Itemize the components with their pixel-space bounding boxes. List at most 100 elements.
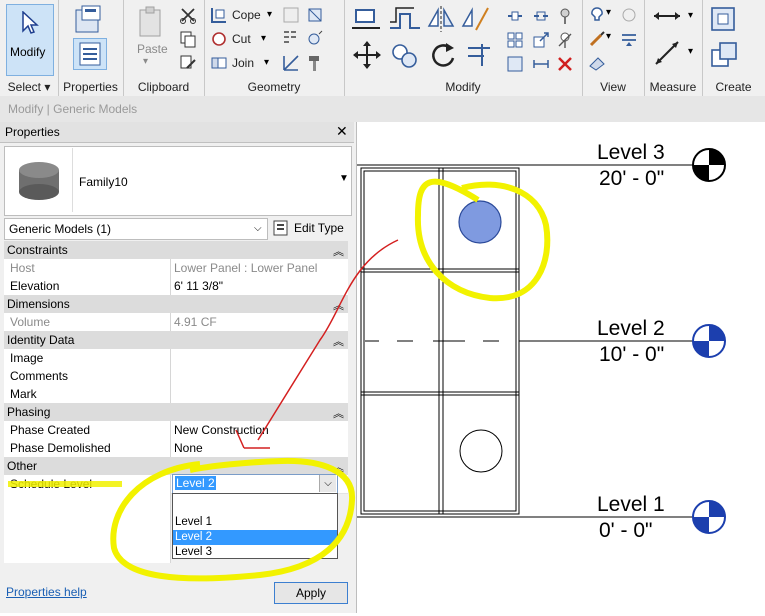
cut-geometry-icon (212, 32, 226, 46)
linework-icon[interactable] (620, 30, 638, 48)
level-name[interactable]: Level 1 (597, 493, 665, 516)
chevron-down-icon[interactable]: ⌵ (319, 475, 336, 492)
measure-panel: ▾ ▾ Measure (644, 0, 703, 96)
hammer-icon[interactable] (306, 54, 324, 72)
array-icon[interactable] (506, 31, 524, 49)
level-name[interactable]: Level 3 (597, 141, 665, 164)
section-dimensions[interactable]: Dimensions ︽ (4, 295, 348, 314)
override-dropdown-icon[interactable]: ▾ (606, 31, 611, 42)
modify-button[interactable]: Modify (6, 4, 54, 76)
collapse-icon: ︽ (333, 462, 344, 474)
row-phase-created[interactable]: Phase Created New Construction (4, 421, 348, 440)
cut-dropdown-icon[interactable]: ▾ (261, 33, 266, 44)
family-name: Family10 (79, 175, 128, 189)
join-dropdown-icon[interactable]: ▾ (264, 57, 269, 68)
level-elevation[interactable]: 0' - 0" (599, 519, 652, 542)
row-mark[interactable]: Mark (4, 385, 348, 404)
level-elevation[interactable]: 10' - 0" (599, 343, 664, 366)
properties-help-link[interactable]: Properties help (6, 585, 87, 599)
ribbon: Modify Select ▾ Properties Paste ▾ Clipb… (0, 0, 765, 97)
select-dropdown[interactable]: Select ▾ (0, 80, 58, 94)
level-elevation[interactable]: 20' - 0" (599, 167, 664, 190)
scale-icon[interactable] (532, 31, 550, 49)
schedule-level-select[interactable]: Level 2 ⌵ (172, 474, 338, 494)
properties-toggle-button[interactable] (73, 38, 107, 70)
hide-in-view-icon[interactable] (588, 6, 606, 24)
join-button[interactable]: Join (232, 56, 254, 70)
level-lines (357, 164, 695, 518)
selected-family-instance[interactable] (458, 200, 502, 244)
mirror-draw-axis-icon[interactable] (460, 4, 490, 34)
type-selector-preview[interactable]: Family10 ▼ (4, 146, 352, 216)
offset-icon[interactable] (388, 4, 422, 34)
paste-dropdown-icon[interactable]: ▾ (143, 56, 148, 67)
cope-button[interactable]: Cope (232, 8, 261, 22)
dropdown-option[interactable]: Level 2 (173, 530, 337, 545)
drawing-canvas[interactable]: Level 3 20' - 0" Level 2 10' - 0" Level 1 0' … (357, 122, 765, 613)
match-properties-icon[interactable] (179, 54, 197, 72)
geometry-panel: Cope ▾ Cut ▾ Join ▾ Geometry (204, 0, 345, 96)
chevron-down-icon: ⌵ (254, 223, 262, 234)
paint-icon[interactable] (306, 30, 324, 48)
rotate-icon[interactable] (428, 40, 458, 70)
row-comments[interactable]: Comments (4, 367, 348, 386)
aligned-dimension-icon[interactable] (652, 38, 682, 68)
copy-element-icon[interactable] (390, 40, 420, 70)
mirror-pick-axis-icon[interactable] (426, 4, 456, 34)
split-element-icon[interactable] (506, 7, 524, 25)
options-bar: Modify | Generic Models (0, 96, 765, 123)
delete-icon[interactable] (556, 55, 574, 73)
apply-button[interactable]: Apply (274, 582, 348, 604)
create-group-icon[interactable] (506, 55, 524, 73)
demolish-icon[interactable] (282, 30, 300, 48)
paste-button[interactable]: Paste (137, 42, 168, 56)
dropdown-option[interactable]: Level 3 (173, 545, 337, 560)
measure-dropdown-icon[interactable]: ▾ (688, 10, 693, 21)
level-name[interactable]: Level 2 (597, 317, 665, 340)
family-instance[interactable] (459, 429, 503, 473)
close-icon[interactable]: ✕ (336, 123, 348, 140)
hide-dropdown-icon[interactable]: ▾ (606, 7, 611, 18)
type-dropdown-icon[interactable]: ▼ (339, 173, 349, 184)
copy-icon[interactable] (179, 30, 197, 48)
measure-between-icon[interactable] (652, 8, 682, 24)
instance-filter-select[interactable]: Generic Models (1) ⌵ (4, 218, 268, 240)
section-constraints[interactable]: Constraints ︽ (4, 241, 348, 260)
row-phase-demolished[interactable]: Phase Demolished None (4, 439, 348, 458)
split-face-icon[interactable] (306, 6, 324, 24)
measure-panel-label: Measure (649, 80, 697, 94)
cope-dropdown-icon[interactable]: ▾ (267, 9, 272, 20)
properties-title: Properties (5, 125, 60, 139)
create-parts-icon[interactable] (710, 4, 742, 34)
move-icon[interactable] (352, 40, 382, 70)
cut-button[interactable]: Cut (232, 32, 251, 46)
pin-view-icon[interactable] (588, 54, 606, 72)
geometry-panel-label: Geometry (247, 80, 301, 94)
cut-scissors-icon[interactable] (179, 6, 197, 24)
row-image[interactable]: Image (4, 349, 348, 368)
row-elevation[interactable]: Elevation 6' 11 3/8" (4, 277, 348, 296)
dropdown-option[interactable]: Level 1 (173, 515, 337, 530)
create-assembly-icon[interactable] (710, 40, 742, 70)
unpin-icon[interactable] (556, 31, 574, 49)
pin-icon[interactable] (556, 7, 574, 25)
wall-joins-icon[interactable] (282, 6, 300, 24)
align-icon[interactable] (350, 4, 384, 34)
dimension-icon[interactable] (532, 55, 550, 73)
cope-icon (211, 8, 226, 23)
properties-panel-label: Properties (63, 80, 118, 94)
modify-panel-label: Modify (445, 80, 481, 94)
trim-extend-icon[interactable] (464, 40, 494, 70)
section-phasing[interactable]: Phasing ︽ (4, 403, 348, 422)
edit-type-button[interactable]: Edit Type (270, 218, 346, 238)
dimension-dropdown-icon[interactable]: ▾ (688, 46, 693, 57)
split-with-gap-icon[interactable] (532, 7, 550, 25)
join-geometry-icon (211, 57, 227, 69)
empty-grid-area (4, 493, 171, 563)
type-properties-icon[interactable] (74, 4, 104, 34)
override-graphics-icon[interactable] (588, 30, 606, 48)
properties-panel: Properties (58, 0, 124, 96)
align-faces-icon[interactable] (282, 54, 300, 72)
section-identity-data[interactable]: Identity Data ︽ (4, 331, 348, 350)
temporary-hide-icon[interactable] (620, 6, 638, 24)
